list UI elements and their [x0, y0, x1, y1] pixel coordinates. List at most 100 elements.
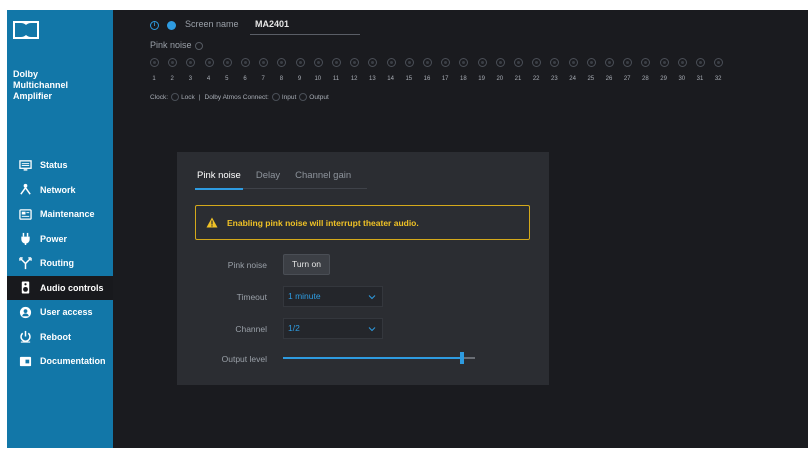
channel-number: 17 [441, 76, 449, 82]
output-level-slider[interactable] [283, 352, 475, 364]
channel-number: 25 [587, 76, 595, 82]
slider-thumb[interactable] [459, 352, 464, 364]
sidebar-item-status[interactable]: Status [7, 153, 113, 178]
channel-number: 2 [170, 76, 174, 82]
tab-bar: Pink noise Delay Channel gain [195, 169, 367, 190]
channel-number: 11 [332, 76, 340, 82]
channel-number: 31 [696, 76, 704, 82]
channel-number: 22 [532, 76, 540, 82]
channel-select[interactable]: 1/2 [283, 318, 383, 339]
sidebar-item-routing[interactable]: Routing [7, 251, 113, 276]
channel-number: 3 [188, 76, 193, 82]
channel-7-indicator [259, 58, 269, 67]
info-icon[interactable]: i [150, 21, 159, 30]
channel-number: 16 [423, 76, 431, 82]
channel-number: 15 [405, 76, 413, 82]
clock-status-row: Clock: Lock | Dolby Atmos Connect: Input… [150, 93, 329, 101]
chevron-down-icon [368, 295, 376, 300]
tab-pink-noise[interactable]: Pink noise [195, 169, 243, 190]
channel-number: 28 [642, 76, 649, 82]
sidebar-item-documentation[interactable]: Documentation [7, 349, 113, 374]
sidebar-item-maintenance[interactable]: Maintenance [7, 202, 113, 227]
atmos-connect-label: Dolby Atmos Connect: [204, 93, 269, 101]
channel-27-indicator [623, 58, 633, 67]
output-level-label: Output level [221, 354, 267, 364]
channel-number: 9 [297, 76, 302, 82]
channel-10-indicator [313, 58, 323, 67]
tab-channel-gain[interactable]: Channel gain [293, 169, 353, 189]
channel-19-indicator [477, 58, 487, 67]
warning-banner: Enabling pink noise will interrupt theat… [195, 205, 530, 240]
screen-name-field[interactable]: MA2401 [255, 19, 289, 29]
channel-32-indicator [714, 58, 724, 67]
channel-15-indicator [404, 58, 414, 67]
sidebar: Dolby Multichannel Amplifier Status Netw… [7, 10, 113, 448]
channel-number: 5 [225, 76, 229, 82]
screen-name-underline [250, 34, 360, 35]
sidebar-item-label: Documentation [40, 356, 106, 367]
channel-number: 32 [714, 76, 722, 82]
sidebar-item-label: Power [40, 233, 68, 244]
channel-number: 20 [496, 76, 504, 82]
channel-30-indicator [677, 58, 687, 67]
sidebar-item-label: Audio controls [40, 282, 104, 293]
channel-3-indicator [186, 58, 196, 67]
timeout-value: 1 minute [288, 291, 321, 301]
channel-28-indicator [641, 58, 651, 67]
channel-number: 6 [243, 76, 247, 82]
channel-4-indicator [204, 58, 214, 67]
dolby-logo [13, 21, 39, 39]
slider-fill [283, 357, 462, 359]
channel-29-indicator [659, 58, 669, 67]
channel-31-indicator [696, 58, 705, 67]
sidebar-item-label: Reboot [40, 331, 71, 342]
sidebar-item-label: Maintenance [40, 209, 95, 220]
timeout-select[interactable]: 1 minute [283, 286, 383, 307]
sidebar-item-audio-controls[interactable]: Audio controls [7, 275, 113, 300]
reboot-icon [17, 330, 33, 344]
channel-number: 8 [279, 76, 284, 82]
warning-icon [206, 217, 218, 228]
tab-delay[interactable]: Delay [254, 169, 282, 189]
sidebar-item-reboot[interactable]: Reboot [7, 325, 113, 350]
app-window: Dolby Multichannel Amplifier Status Netw… [7, 10, 808, 448]
channel-number: 18 [460, 76, 467, 82]
speaker-icon [17, 281, 33, 295]
sidebar-item-network[interactable]: Network [7, 178, 113, 203]
channel-9-indicator [295, 58, 305, 67]
channel-number: 23 [551, 76, 558, 82]
channel-number: 30 [678, 76, 686, 82]
channel-numbers: 1 2 3 4 5 6 7 8 9 10 11 12 13 14 15 16 17 18 19 20 21 22 23 24 2… [150, 76, 750, 86]
channel-number: 21 [514, 76, 522, 82]
monitor-icon [17, 158, 33, 172]
status-indicator [167, 21, 176, 30]
power-plug-icon [17, 232, 33, 246]
channel-12-indicator [350, 58, 360, 67]
documentation-icon [17, 354, 33, 368]
pink-noise-label: Pink noise [227, 260, 267, 270]
channel-number: 19 [478, 76, 485, 82]
channel-17-indicator [441, 58, 451, 67]
channel-22-indicator [532, 58, 542, 67]
channel-2-indicator [168, 58, 178, 67]
channel-21-indicator [514, 58, 523, 67]
channel-number: 26 [605, 76, 613, 82]
channel-number: 12 [350, 76, 358, 82]
channel-18-indicator [459, 58, 469, 67]
clock-label: Clock: [150, 93, 169, 101]
channel-25-indicator [586, 58, 596, 67]
turn-on-button[interactable]: Turn on [283, 254, 330, 275]
channel-16-indicator [423, 58, 432, 67]
channel-number: 7 [261, 76, 265, 82]
network-icon [17, 183, 33, 197]
channel-number: 29 [660, 76, 667, 82]
sidebar-item-power[interactable]: Power [7, 227, 113, 252]
channel-1-indicator [150, 58, 159, 67]
channel-5-indicator [222, 58, 232, 67]
channel-8-indicator [277, 58, 287, 67]
maintenance-icon [17, 207, 33, 221]
sidebar-item-user-access[interactable]: User access [7, 300, 113, 325]
channel-14-indicator [386, 58, 396, 67]
channel-13-indicator [368, 58, 378, 67]
channel-24-indicator [568, 58, 578, 67]
